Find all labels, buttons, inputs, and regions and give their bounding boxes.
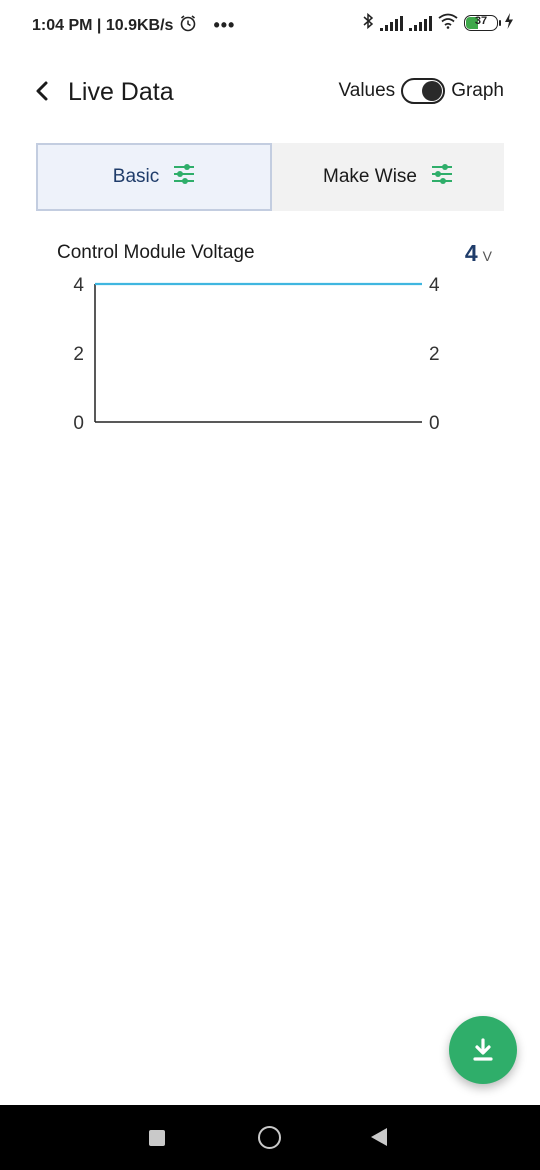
metric-label: Control Module Voltage bbox=[57, 242, 255, 263]
back-triangle-icon[interactable] bbox=[371, 1128, 387, 1146]
y-tick-label-right: 4 bbox=[429, 275, 440, 296]
status-time-speed: 1:04 PM | 10.9KB/s bbox=[32, 16, 174, 34]
recents-square-icon[interactable] bbox=[149, 1130, 165, 1146]
metric-value-number: 4 bbox=[464, 240, 478, 266]
bluetooth-icon bbox=[362, 12, 374, 33]
y-tick-label-left: 4 bbox=[73, 275, 84, 296]
download-button[interactable] bbox=[449, 1016, 517, 1084]
metric-unit: V bbox=[482, 248, 492, 264]
tab-make-wise[interactable]: Make Wise bbox=[272, 143, 504, 211]
values-graph-switch[interactable] bbox=[401, 78, 446, 104]
system-nav-bar bbox=[0, 1105, 540, 1170]
filter-sliders-icon bbox=[173, 163, 195, 191]
y-tick-label-right: 0 bbox=[429, 413, 440, 434]
y-tick-label-left: 0 bbox=[73, 413, 84, 434]
switch-knob bbox=[422, 81, 443, 101]
status-right: 37 bbox=[362, 12, 514, 33]
filter-sliders-icon bbox=[431, 163, 453, 191]
app-header: Live Data Values Graph bbox=[0, 60, 540, 124]
voltage-line-chart: 4 2 0 4 2 0 bbox=[73, 275, 440, 434]
home-circle-icon[interactable] bbox=[258, 1126, 281, 1149]
status-bar: 1:04 PM | 10.9KB/s ••• 37 bbox=[0, 0, 540, 48]
more-dots: ••• bbox=[213, 15, 236, 35]
battery-level: 37 bbox=[474, 14, 488, 27]
signal-icon bbox=[409, 15, 432, 31]
toggle-graph-label[interactable]: Graph bbox=[451, 80, 504, 102]
tab-basic-label: Basic bbox=[112, 166, 160, 187]
download-icon bbox=[473, 1038, 493, 1061]
tab-make-wise-label: Make Wise bbox=[323, 166, 417, 187]
y-tick-label-left: 2 bbox=[73, 344, 84, 365]
values-graph-toggle: Values Graph bbox=[339, 78, 504, 104]
category-tabs: Basic Make Wise bbox=[36, 143, 504, 211]
toggle-values-label[interactable]: Values bbox=[339, 80, 396, 102]
wifi-icon bbox=[438, 13, 458, 32]
tab-basic[interactable]: Basic bbox=[36, 143, 272, 211]
chevron-left-icon bbox=[36, 81, 48, 101]
metric-value: 4 V bbox=[465, 240, 492, 267]
y-tick-label-right: 2 bbox=[429, 344, 440, 365]
signal-icon bbox=[380, 15, 403, 31]
battery-icon: 37 bbox=[464, 14, 501, 31]
page-title: Live Data bbox=[68, 78, 174, 106]
alarm-icon bbox=[179, 14, 197, 37]
back-button[interactable] bbox=[30, 78, 54, 104]
status-left: 1:04 PM | 10.9KB/s ••• bbox=[32, 14, 235, 37]
charging-icon bbox=[504, 13, 514, 32]
